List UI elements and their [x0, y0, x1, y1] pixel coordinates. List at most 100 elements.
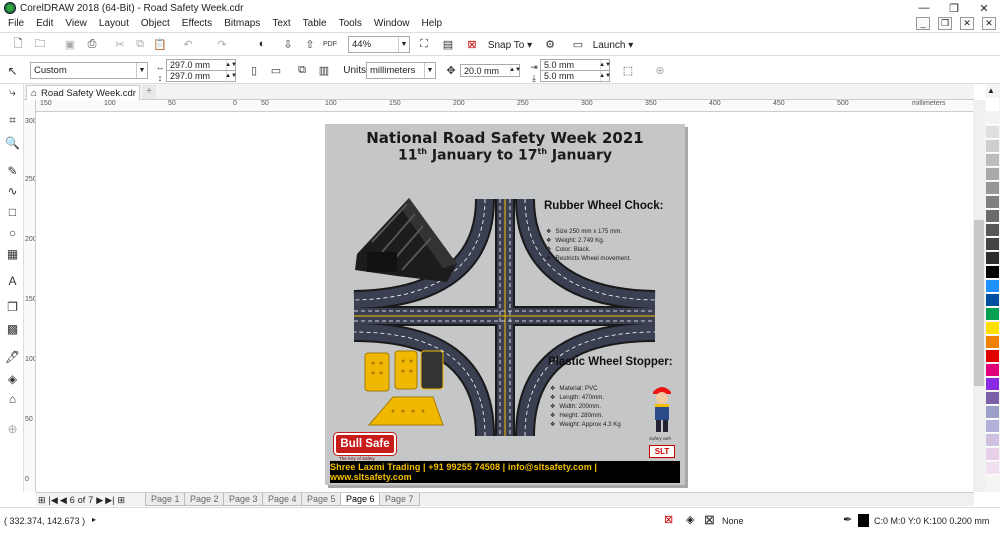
landscape-icon[interactable]: ▭ — [268, 62, 284, 78]
menu-file[interactable]: File — [0, 18, 30, 29]
pick-tool-icon[interactable]: ↖ — [4, 62, 21, 79]
publish-pdf-icon[interactable]: PDF — [322, 36, 338, 52]
smart-fill-tool-icon[interactable]: ⌂ — [4, 390, 21, 407]
snap-to-dropdown[interactable]: Snap To ▾ — [485, 36, 535, 54]
doc-restore-button[interactable]: ❐ — [938, 17, 952, 30]
paste-icon[interactable]: 📋 — [152, 36, 168, 52]
palette-swatch[interactable] — [986, 210, 999, 223]
cut-icon[interactable]: ✂ — [112, 36, 128, 52]
menu-bitmaps[interactable]: Bitmaps — [218, 18, 266, 29]
menu-object[interactable]: Object — [135, 18, 176, 29]
palette-swatch[interactable] — [986, 448, 999, 461]
save-icon[interactable]: ▣ — [62, 36, 78, 52]
new-document-icon[interactable]: 🗋 — [10, 36, 26, 52]
page-tab-7[interactable]: Page 7 — [379, 493, 420, 506]
doc-close-all-button[interactable]: ✕ — [982, 17, 996, 30]
palette-swatch[interactable] — [986, 140, 999, 153]
horizontal-ruler[interactable]: 150 100 50 0 50 100 150 200 250 300 350 … — [36, 100, 974, 112]
next-page-icon[interactable]: ▶ — [96, 495, 103, 506]
palette-swatch[interactable] — [986, 238, 999, 251]
palette-swatch[interactable] — [986, 378, 999, 391]
palette-swatch[interactable] — [986, 112, 999, 125]
document-tab-road-safety-week[interactable]: ⌂ Road Safety Week.cdr — [26, 85, 140, 100]
first-page-icon[interactable]: |◀ — [49, 495, 58, 506]
show-rulers-icon[interactable]: ▤ — [440, 36, 456, 52]
palette-swatch[interactable] — [986, 434, 999, 447]
outline-pen-icon[interactable]: ✒ — [843, 513, 852, 526]
palette-swatch[interactable] — [986, 224, 999, 237]
menu-text[interactable]: Text — [266, 18, 296, 29]
palette-swatch[interactable] — [986, 420, 999, 433]
add-tab-button[interactable]: + — [142, 85, 156, 99]
shadow-tool-icon[interactable]: ❐ — [4, 298, 21, 315]
page-tab-4[interactable]: Page 4 — [262, 493, 303, 506]
spinner-arrows-icon[interactable]: ▲▼ — [225, 60, 237, 70]
menu-table[interactable]: Table — [297, 18, 333, 29]
palette-swatch[interactable] — [986, 294, 999, 307]
palette-swatch[interactable] — [986, 336, 999, 349]
current-page-icon[interactable]: ▥ — [316, 62, 332, 78]
palette-swatch[interactable] — [986, 168, 999, 181]
add-tool-icon[interactable]: ⊕ — [4, 420, 21, 437]
palette-swatch[interactable] — [986, 364, 999, 377]
zoom-level-combo[interactable]: 44% ▼ — [348, 36, 410, 53]
document-page[interactable]: National Road Safety Week 2021 11th Janu… — [325, 124, 685, 485]
nudge-distance-field[interactable]: 20.0 mm ▲▼ — [460, 64, 521, 77]
artistic-media-tool-icon[interactable]: ∿ — [4, 182, 21, 199]
undo-icon[interactable]: ↶ — [180, 36, 196, 52]
eyedropper-tool-icon[interactable]: 🖋 — [4, 348, 21, 365]
redo-icon[interactable]: ↷ — [214, 36, 230, 52]
palette-swatch[interactable] — [986, 154, 999, 167]
vertical-scroll-thumb[interactable] — [974, 220, 984, 386]
launch-app-icon[interactable]: ▭ — [570, 36, 586, 52]
menu-help[interactable]: Help — [416, 18, 449, 29]
add-toolbar-item-icon[interactable]: ⊕ — [652, 62, 668, 78]
palette-swatch[interactable] — [986, 98, 999, 111]
palette-swatch[interactable] — [986, 322, 999, 335]
palette-swatch[interactable] — [986, 280, 999, 293]
print-icon[interactable]: ⎙ — [84, 36, 100, 52]
palette-swatch[interactable] — [986, 308, 999, 321]
palette-swatch[interactable] — [986, 182, 999, 195]
treat-as-filled-icon[interactable]: ⬚ — [620, 62, 636, 78]
zoom-tool-icon[interactable]: 🔍 — [4, 134, 21, 151]
menu-view[interactable]: View — [59, 18, 93, 29]
page-tab-1[interactable]: Page 1 — [145, 493, 186, 506]
search-content-icon[interactable]: ◐ — [254, 36, 270, 52]
add-page-icon[interactable]: ⊞ — [38, 495, 46, 506]
prev-page-icon[interactable]: ◀ — [60, 495, 67, 506]
portrait-icon[interactable]: ▯ — [246, 62, 262, 78]
menu-edit[interactable]: Edit — [30, 18, 59, 29]
palette-scroll-up-icon[interactable]: ▲ — [987, 86, 995, 95]
options-gear-icon[interactable]: ⚙ — [542, 36, 558, 52]
palette-swatch[interactable] — [986, 392, 999, 405]
snap-to-icon[interactable]: ⊠ — [464, 36, 480, 52]
menu-effects[interactable]: Effects — [176, 18, 218, 29]
palette-swatch[interactable] — [986, 252, 999, 265]
interactive-fill-tool-icon[interactable]: ◈ — [4, 370, 21, 387]
spinner-arrows-icon[interactable]: ▲▼ — [225, 71, 237, 81]
fill-indicator-icon[interactable]: ⊠ — [664, 513, 673, 526]
spinner-arrows-icon[interactable]: ▲▼ — [599, 71, 611, 81]
rectangle-tool-icon[interactable]: □ — [4, 203, 21, 220]
menu-tools[interactable]: Tools — [333, 18, 368, 29]
fill-color-icon[interactable]: ◈ — [686, 513, 694, 526]
minimize-button[interactable]: — — [909, 0, 939, 16]
spinner-arrows-icon[interactable]: ▲▼ — [509, 65, 521, 75]
launch-dropdown[interactable]: Launch ▾ — [588, 36, 638, 54]
transparency-tool-icon[interactable]: ▩ — [4, 320, 21, 337]
doc-minimize-button[interactable]: _ — [916, 17, 930, 30]
export-icon[interactable]: ⇧ — [302, 36, 318, 52]
all-pages-icon[interactable]: ⧉ — [294, 62, 310, 78]
palette-swatch[interactable] — [986, 126, 999, 139]
shape-tool-icon[interactable]: ⤷ — [4, 84, 21, 101]
add-page-after-icon[interactable]: ⊞ — [117, 495, 125, 506]
vertical-ruler[interactable]: 300 250 200 150 100 50 0 — [24, 100, 36, 492]
restore-button[interactable]: ❐ — [939, 0, 969, 16]
menu-window[interactable]: Window — [368, 18, 416, 29]
page-size-preset-combo[interactable]: Custom ▼ — [30, 62, 148, 79]
freehand-tool-icon[interactable]: ✎ — [4, 162, 21, 179]
palette-swatch[interactable] — [986, 462, 999, 475]
units-combo[interactable]: millimeters ▼ — [366, 62, 436, 79]
palette-swatch[interactable] — [986, 196, 999, 209]
